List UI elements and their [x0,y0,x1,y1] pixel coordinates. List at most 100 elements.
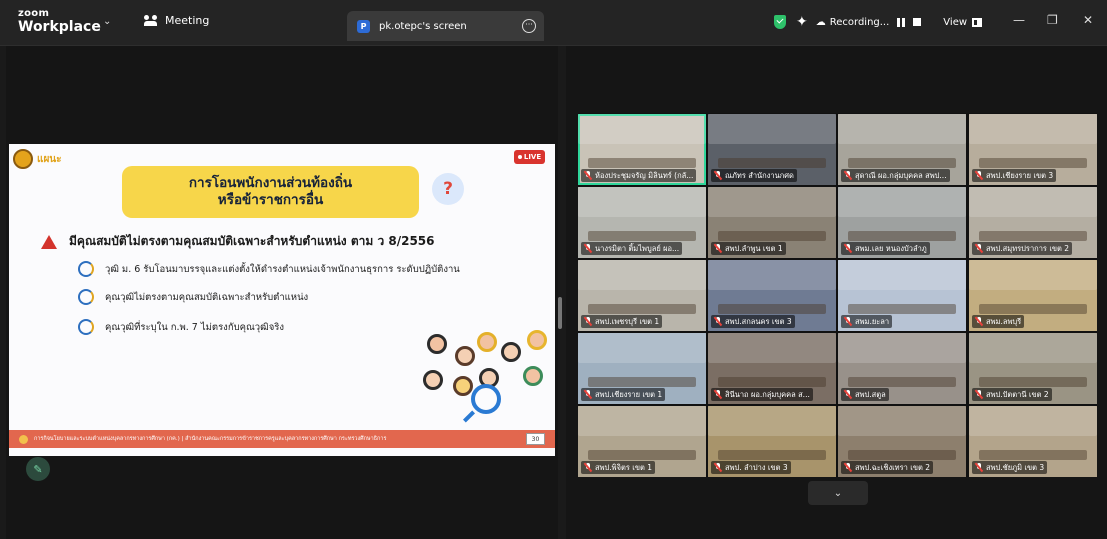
person-icon [527,330,547,350]
video-feed-detail [588,377,696,387]
participant-tile[interactable]: สพป.ฉะเชิงเทรา เขต 2 [838,406,966,477]
video-feed [838,260,966,290]
video-feed-detail [718,304,826,314]
recording-label: Recording... [829,16,890,28]
participant-tile[interactable]: สพป.สมุทรปราการ เขต 2 [969,187,1097,258]
participant-nameplate: สพป.ปัตตานี เขต 2 [972,388,1052,401]
pause-recording-icon[interactable] [897,17,906,27]
muted-microphone-icon [584,244,592,253]
participant-name: สพป. ลำปาง เขต 3 [725,462,788,472]
chevron-down-icon[interactable]: ⌄ [103,16,111,27]
participant-nameplate: สพป.เชียงราย เขต 1 [581,388,666,401]
participant-tile[interactable]: สพป.เชียงราย เขต 1 [578,333,706,404]
muted-microphone-icon [714,317,722,326]
participant-nameplate: ห้องประชุมจรัญ มิลินทร์ (กลั... [581,169,697,182]
participant-name: สพป.เชียงราย เขต 1 [595,389,663,399]
video-feed-detail [979,231,1087,241]
participant-name: สพป.สตูล [855,389,886,399]
video-feed-detail [588,158,696,168]
participant-nameplate: นางรมิตา ติ้มไพบูลย์ ผอ... [581,242,683,255]
bullet-text: คุณวุฒิไม่ตรงตามคุณสมบัติเฉพาะสำหรับตำแห… [105,291,309,303]
participant-name: สพป.ลำพูน เขต 1 [725,243,783,253]
video-feed-detail [588,231,696,241]
video-feed [838,187,966,217]
participant-tile[interactable]: สพป.เพชรบุรี เขต 1 [578,260,706,331]
meeting-menu[interactable]: Meeting [144,14,209,27]
video-feed-detail [848,304,956,314]
stop-recording-icon[interactable] [913,18,922,26]
encryption-shield-icon[interactable] [774,15,786,29]
participant-tile[interactable]: นางรมิตา ติ้มไพบูลย์ ผอ... [578,187,706,258]
participant-nameplate: สพป.สตูล [841,388,889,401]
participant-tile[interactable]: สินีนาถ ผอ.กลุ่มบุคคล ส... [708,333,836,404]
person-icon [423,370,443,390]
participant-nameplate: สพป.เชียงราย เขต 3 [972,169,1057,182]
participant-tile[interactable]: ห้องประชุมจรัญ มิลินทร์ (กลั... [578,114,706,185]
participant-gallery: ห้องประชุมจรัญ มิลินทร์ (กลั... ณภัทร สำน… [578,113,1097,477]
participant-name: สพม.ลพบุรี [986,316,1022,326]
participant-tile[interactable]: สพป.พิจิตร เขต 1 [578,406,706,477]
ai-companion-icon[interactable]: ✦ [796,14,808,30]
warning-icon [41,234,57,249]
participant-nameplate: สพม.ยะลา [841,315,893,328]
participant-nameplate: สพป.พิจิตร เขต 1 [581,461,656,474]
participant-tile[interactable]: ณภัทร สำนักงานกศด [708,114,836,185]
muted-microphone-icon [714,390,722,399]
participant-name: สพป.สกลนคร เขต 3 [725,316,792,326]
participant-tile[interactable]: สุดาณี ผอ.กลุ่มบุคคล สพป... [838,114,966,185]
muted-microphone-icon [975,244,983,253]
participant-name: สพป.พิจิตร เขต 1 [595,462,653,472]
annotate-pencil-icon[interactable]: ✎ [26,457,50,481]
participant-tile[interactable]: สพป.ปัตตานี เขต 2 [969,333,1097,404]
muted-microphone-icon [584,317,592,326]
video-feed [578,114,706,144]
slide-logo: แผนะ [13,149,62,169]
view-layout-icon[interactable] [972,17,983,27]
participant-name: สินีนาถ ผอ.กลุ่มบุคคล ส... [725,389,810,399]
split-resize-handle[interactable] [558,297,562,329]
participant-tile[interactable]: สพม.เลย หนองบัวลำภู [838,187,966,258]
slide-page-number: 30 [526,433,545,445]
muted-microphone-icon [584,171,592,180]
participant-tile[interactable]: สพป. ลำปาง เขต 3 [708,406,836,477]
slide-bullet: คุณวุฒิที่ระบุใน ก.พ. 7 ไม่ตรงกับคุณวุฒิ… [78,319,284,335]
participant-name: สพป.สมุทรปราการ เขต 2 [986,243,1070,253]
participant-tile[interactable]: สพป.สกลนคร เขต 3 [708,260,836,331]
muted-microphone-icon [844,463,852,472]
search-person-icon [78,261,94,277]
participant-tile[interactable]: สพม.ยะลา [838,260,966,331]
participant-tile[interactable]: สพม.ลพบุรี [969,260,1097,331]
footer-crest-icon [19,434,28,444]
video-feed-detail [718,158,826,168]
video-feed [708,187,836,217]
muted-microphone-icon [714,463,722,472]
more-options-icon[interactable]: ··· [522,19,536,33]
video-feed [969,333,1097,363]
magnifier-handle [462,410,476,423]
participant-nameplate: สพป.ชัยภูมิ เขต 3 [972,461,1048,474]
video-feed-detail [979,450,1087,460]
participant-name: ณภัทร สำนักงานกศด [725,170,794,180]
muted-microphone-icon [844,390,852,399]
video-feed [578,187,706,217]
participant-tile[interactable]: สพป.ชัยภูมิ เขต 3 [969,406,1097,477]
person-icon [477,332,497,352]
participant-nameplate: ณภัทร สำนักงานกศด [711,169,797,182]
view-button[interactable]: View [943,17,967,28]
participant-nameplate: สพป.สมุทรปราการ เขต 2 [972,242,1073,255]
video-feed [969,187,1097,217]
participant-tile[interactable]: สพป.เชียงราย เขต 3 [969,114,1097,185]
bullet-text: คุณวุฒิที่ระบุใน ก.พ. 7 ไม่ตรงกับคุณวุฒิ… [105,321,284,333]
close-icon[interactable]: ✕ [1083,13,1093,27]
participant-tile[interactable]: สพป.ลำพูน เขต 1 [708,187,836,258]
participant-name: สพป.ปัตตานี เขต 2 [986,389,1049,399]
question-mark-icon: ? [432,173,464,205]
logo-line-2: Workplace [18,19,101,35]
expand-gallery-chevron-icon[interactable]: ⌄ [808,481,868,505]
muted-microphone-icon [975,171,983,180]
screen-share-tab[interactable]: P pk.otepc's screen ··· [347,11,544,41]
meeting-label: Meeting [165,14,210,27]
restore-icon[interactable]: ❐ [1047,13,1058,27]
participant-tile[interactable]: สพป.สตูล [838,333,966,404]
minimize-icon[interactable]: — [1013,13,1025,27]
